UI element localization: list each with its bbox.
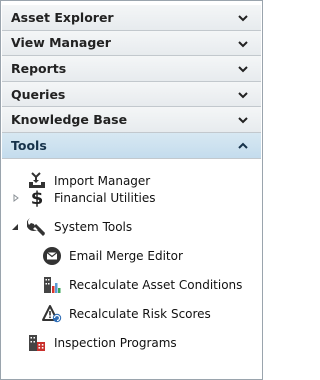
chevron-down-icon	[238, 117, 248, 124]
accordion-header-label: Asset Explorer	[11, 9, 114, 25]
chevron-down-icon	[238, 15, 248, 22]
tree-item-email-merge-editor[interactable]: Email Merge Editor	[42, 244, 183, 268]
accordion-header-queries[interactable]: Queries	[2, 81, 261, 108]
risk-triangle-icon	[42, 304, 62, 324]
tree-item-label: Inspection Programs	[54, 335, 177, 350]
accordion-header-label: Knowledge Base	[11, 112, 128, 128]
accordion-header-label: Queries	[11, 86, 66, 102]
accordion-header-label: Tools	[11, 137, 47, 153]
accordion-header-view-manager[interactable]: View Manager	[2, 30, 261, 57]
tree-item-inspection-programs[interactable]: Inspection Programs	[27, 331, 177, 355]
tree-item-financial-utilities[interactable]: $ Financial Utilities	[27, 186, 156, 210]
accordion-header-label: Reports	[11, 60, 67, 76]
email-icon	[42, 246, 62, 266]
tree-item-label: System Tools	[54, 219, 133, 234]
tree-item-recalculate-asset-conditions[interactable]: Recalculate Asset Conditions	[42, 273, 242, 297]
accordion-header-reports[interactable]: Reports	[2, 56, 261, 82]
accordion-header-label: View Manager	[11, 35, 111, 51]
tree-item-label: Financial Utilities	[54, 190, 156, 205]
tree-item-system-tools[interactable]: System Tools	[27, 215, 132, 239]
chevron-down-icon	[238, 66, 248, 73]
collapse-arrow-icon[interactable]	[11, 223, 19, 231]
inspection-building-icon	[27, 333, 47, 353]
tree-item-label: Recalculate Asset Conditions	[69, 277, 243, 292]
chevron-down-icon	[238, 40, 248, 48]
tree-item-label: Recalculate Risk Scores	[69, 306, 211, 321]
building-chart-icon	[42, 275, 62, 295]
accordion-header-knowledge-base[interactable]: Knowledge Base	[2, 107, 261, 133]
accordion-header-asset-explorer[interactable]: Asset Explorer	[2, 5, 261, 31]
accordion-header-tools[interactable]: Tools	[2, 132, 261, 159]
expand-arrow-icon[interactable]	[12, 193, 20, 202]
navigation-panel: Asset Explorer View Manager Reports Quer…	[0, 0, 263, 380]
tree-item-label: Email Merge Editor	[69, 248, 183, 263]
wrench-icon	[27, 217, 47, 237]
svg-text:$: $	[31, 188, 44, 208]
tree-item-recalculate-risk-scores[interactable]: Recalculate Risk Scores	[42, 302, 211, 326]
chevron-up-icon	[238, 142, 248, 149]
chevron-down-icon	[238, 92, 248, 99]
dollar-icon: $	[27, 188, 47, 208]
